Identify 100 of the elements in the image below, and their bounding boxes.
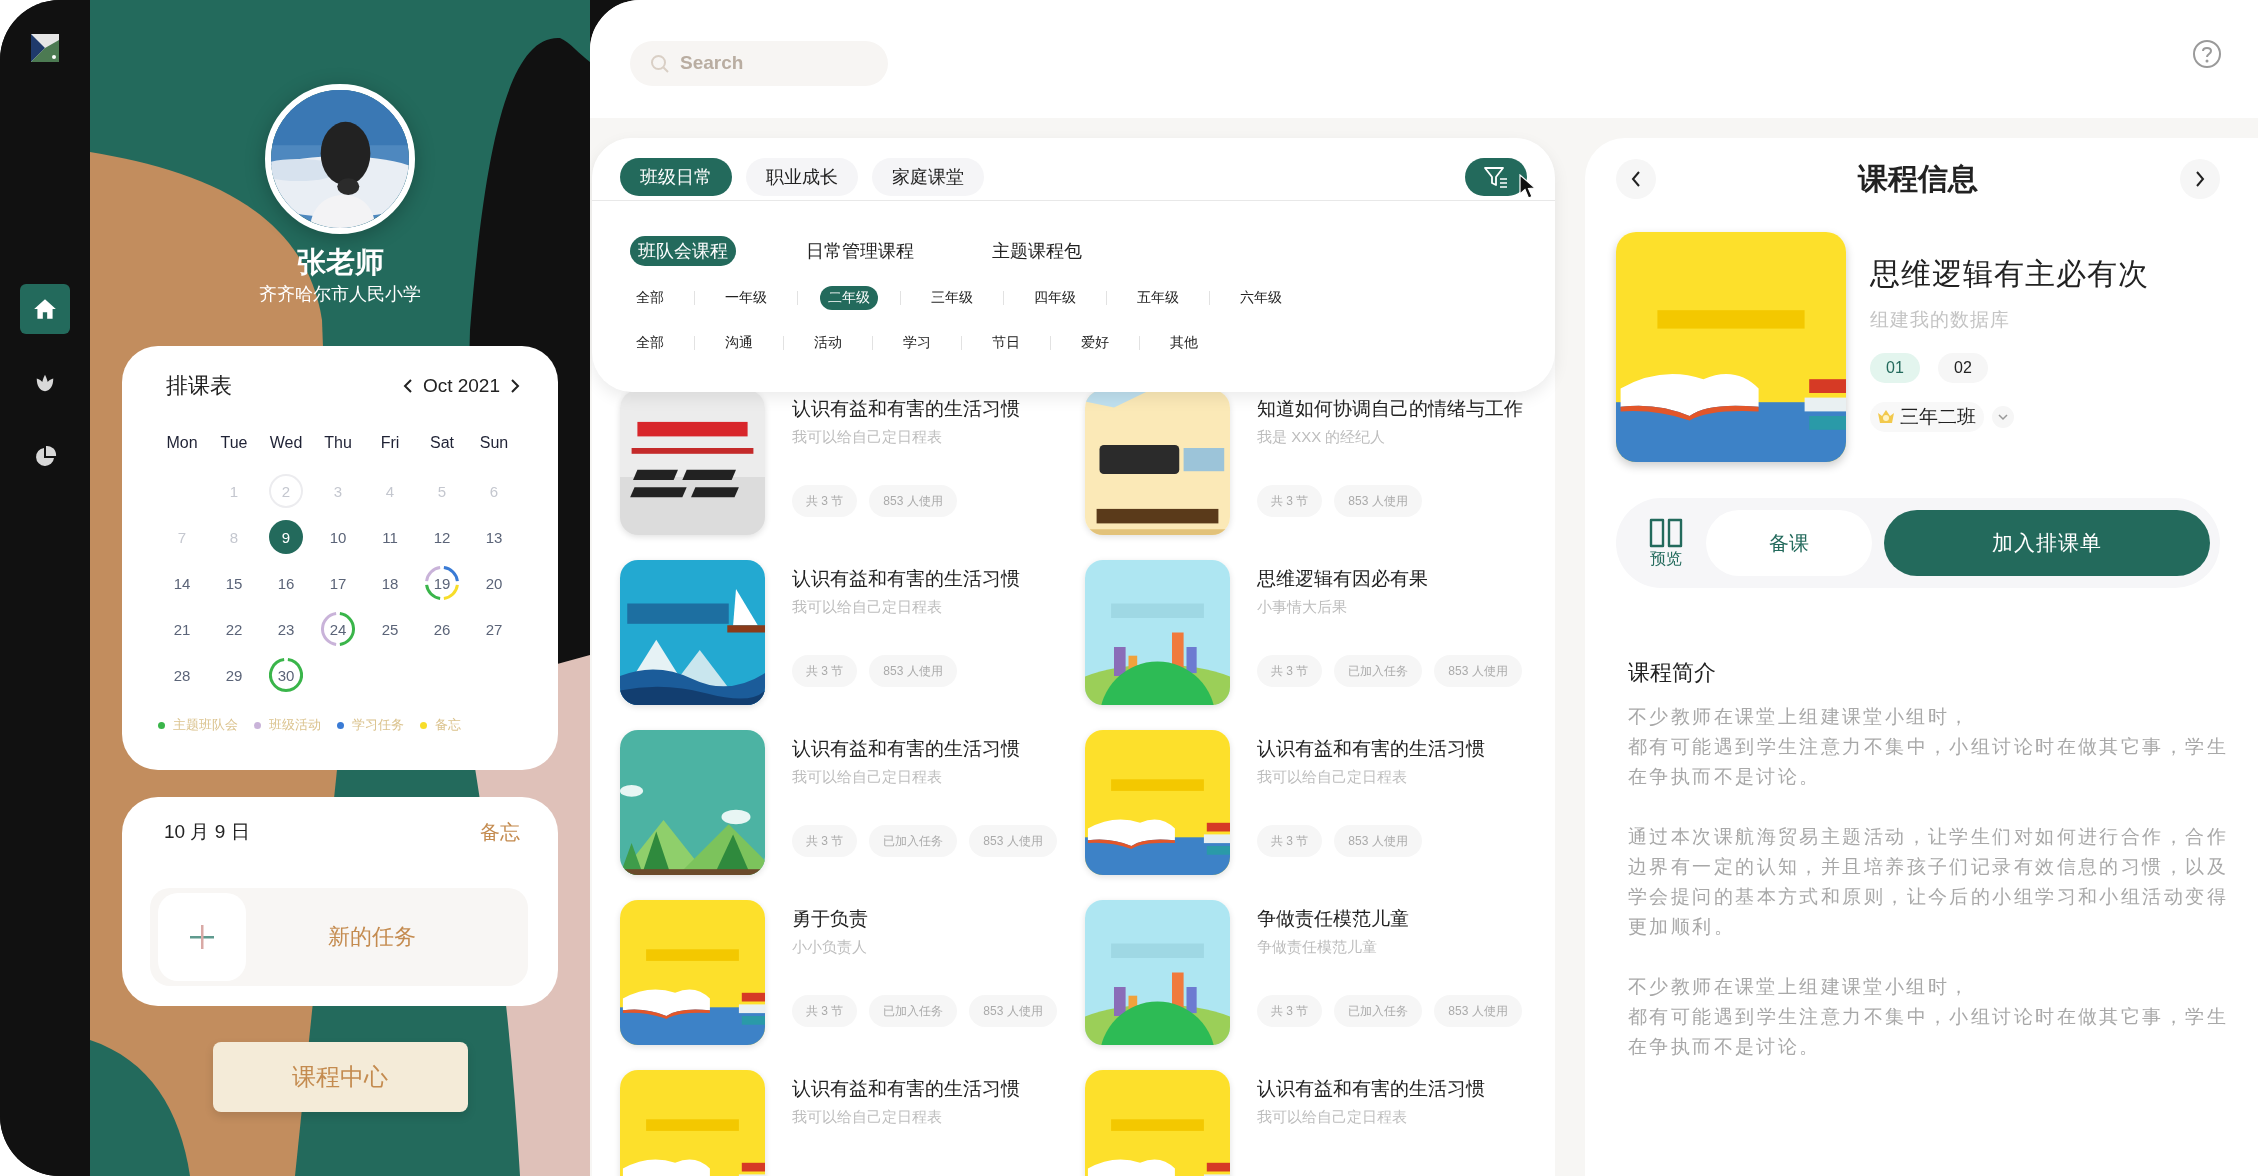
course-subtitle: 我可以给自己定日程表 xyxy=(792,1108,943,1127)
course-subtitle: 我可以给自己定日程表 xyxy=(792,428,943,447)
tag: 853 人使用 xyxy=(869,655,957,687)
tag: 共 3 节 xyxy=(792,825,858,857)
calendar-day[interactable]: 13 xyxy=(477,520,511,554)
course-title[interactable]: 认识有益和有害的生活习惯 xyxy=(792,396,1020,422)
course-title[interactable]: 知道如何协调自己的情绪与工作 xyxy=(1257,396,1523,422)
weekday-label: Sat xyxy=(430,433,454,453)
nav-home-button[interactable] xyxy=(20,284,70,334)
category-tab[interactable]: 班级日常 xyxy=(620,158,732,196)
filter-chip[interactable]: 其他 xyxy=(1162,331,1206,355)
search-field[interactable]: Search xyxy=(630,40,888,86)
course-subtitle: 争做责任模范儿童 xyxy=(1257,938,1378,957)
course-subtitle: 我可以给自己定日程表 xyxy=(792,598,943,617)
calendar-day[interactable]: 23 xyxy=(269,612,303,646)
filter-chip[interactable]: 三年级 xyxy=(923,286,981,310)
tag: 853 人使用 xyxy=(1334,485,1422,517)
tag: 已加入任务 xyxy=(869,995,958,1027)
preview-button[interactable]: 预览 xyxy=(1646,516,1686,570)
calendar-day[interactable]: 29 xyxy=(217,658,251,692)
filter-chip[interactable]: 沟通 xyxy=(717,331,761,355)
course-title: 思维逻辑有主必有次 xyxy=(1870,256,2149,292)
category-tab[interactable]: 职业成长 xyxy=(746,158,858,196)
calendar-day[interactable]: 26 xyxy=(425,612,459,646)
course-subtitle: 组建我的数据库 xyxy=(1870,308,2010,332)
weekday-label: Mon xyxy=(166,433,198,453)
tag: 853 人使用 xyxy=(1434,995,1522,1027)
course-title[interactable]: 认识有益和有害的生活习惯 xyxy=(1257,1076,1485,1102)
tag: 853 人使用 xyxy=(969,825,1057,857)
calendar-day[interactable]: 12 xyxy=(425,520,459,554)
calendar-day[interactable]: 17 xyxy=(321,566,355,600)
weekday-label: Fri xyxy=(380,433,400,453)
calendar-day[interactable]: 30 xyxy=(269,658,303,692)
tag: 853 人使用 xyxy=(1334,825,1422,857)
calendar-day[interactable]: 16 xyxy=(269,566,303,600)
course-title[interactable]: 勇于负责 xyxy=(792,906,1057,932)
course-title[interactable]: 争做责任模范儿童 xyxy=(1257,906,1522,932)
add-to-schedule-button[interactable]: 加入排课单 xyxy=(1884,510,2210,576)
filter-chip[interactable]: 五年级 xyxy=(1129,286,1187,310)
calendar-day[interactable]: 9 xyxy=(269,520,303,554)
calendar-day[interactable]: 18 xyxy=(373,566,407,600)
course-title[interactable]: 认识有益和有害的生活习惯 xyxy=(792,566,1020,592)
filter-icon xyxy=(1483,165,1509,189)
filter-chip[interactable]: 主题课程包 xyxy=(984,236,1090,266)
calendar-day[interactable]: 27 xyxy=(477,612,511,646)
calendar-day[interactable]: 20 xyxy=(477,566,511,600)
filter-chip[interactable]: 二年级 xyxy=(820,286,878,310)
lesson-chip[interactable]: 02 xyxy=(1938,353,1988,383)
lesson-chip[interactable]: 01 xyxy=(1870,353,1920,383)
next-button[interactable] xyxy=(2180,159,2220,199)
help-icon[interactable] xyxy=(2192,39,2222,69)
chevron-left-icon xyxy=(1631,171,1641,187)
calendar-day[interactable]: 19 xyxy=(425,566,459,600)
legend-label: 备忘 xyxy=(435,716,461,734)
tag: 共 3 节 xyxy=(792,655,858,687)
new-task-label: 新的任务 xyxy=(327,923,417,951)
calendar-day[interactable]: 28 xyxy=(165,658,199,692)
calendar-day[interactable]: 10 xyxy=(321,520,355,554)
filter-chip[interactable]: 学习 xyxy=(895,331,939,355)
book-icon xyxy=(1648,516,1684,549)
calendar-day[interactable]: 11 xyxy=(373,520,407,554)
filter-chip[interactable]: 全部 xyxy=(628,286,672,310)
calendar-day[interactable]: 22 xyxy=(217,612,251,646)
tag: 共 3 节 xyxy=(792,995,858,1027)
course-title[interactable]: 认识有益和有害的生活习惯 xyxy=(792,1076,1020,1102)
tag: 共 3 节 xyxy=(1257,825,1323,857)
course-subtitle: 我可以给自己定日程表 xyxy=(792,768,943,787)
course-title[interactable]: 认识有益和有害的生活习惯 xyxy=(1257,736,1485,762)
memo-date: 10 月 9 日 xyxy=(164,820,250,844)
chevron-left-icon[interactable] xyxy=(402,379,413,393)
logo-icon xyxy=(31,34,59,62)
weekday-label: Sun xyxy=(479,433,509,453)
filter-chip[interactable]: 爱好 xyxy=(1073,331,1117,355)
filter-chip[interactable]: 班队会课程 xyxy=(630,236,736,266)
tag: 已加入任务 xyxy=(1334,995,1423,1027)
tag: 853 人使用 xyxy=(1434,655,1522,687)
calendar-day[interactable]: 24 xyxy=(321,612,355,646)
filter-chip[interactable]: 一年级 xyxy=(717,286,775,310)
calendar-day[interactable]: 14 xyxy=(165,566,199,600)
chevron-right-icon[interactable] xyxy=(510,379,520,393)
month-label: Oct 2021 xyxy=(422,375,500,397)
calendar-day[interactable]: 25 xyxy=(373,612,407,646)
weekday-label: Tue xyxy=(220,433,248,453)
calendar-day[interactable]: 15 xyxy=(217,566,251,600)
class-selector[interactable]: 三年二班 xyxy=(1870,402,1984,432)
category-tab[interactable]: 家庭课堂 xyxy=(872,158,984,196)
calendar-day[interactable]: 21 xyxy=(165,612,199,646)
filter-chip[interactable]: 活动 xyxy=(806,331,850,355)
filter-chip[interactable]: 六年级 xyxy=(1232,286,1290,310)
filter-chip[interactable]: 节日 xyxy=(984,331,1028,355)
filter-chip[interactable]: 日常管理课程 xyxy=(798,236,922,266)
chevron-right-icon xyxy=(2195,171,2205,187)
course-title[interactable]: 思维逻辑有因必有果 xyxy=(1257,566,1522,592)
prepare-button[interactable]: 备课 xyxy=(1706,510,1872,576)
filter-chip[interactable]: 全部 xyxy=(628,331,672,355)
previous-button[interactable] xyxy=(1616,159,1656,199)
filter-chip[interactable]: 四年级 xyxy=(1026,286,1084,310)
course-title[interactable]: 认识有益和有害的生活习惯 xyxy=(792,736,1057,762)
cursor-icon xyxy=(1519,174,1537,200)
filter-button[interactable] xyxy=(1465,158,1527,196)
